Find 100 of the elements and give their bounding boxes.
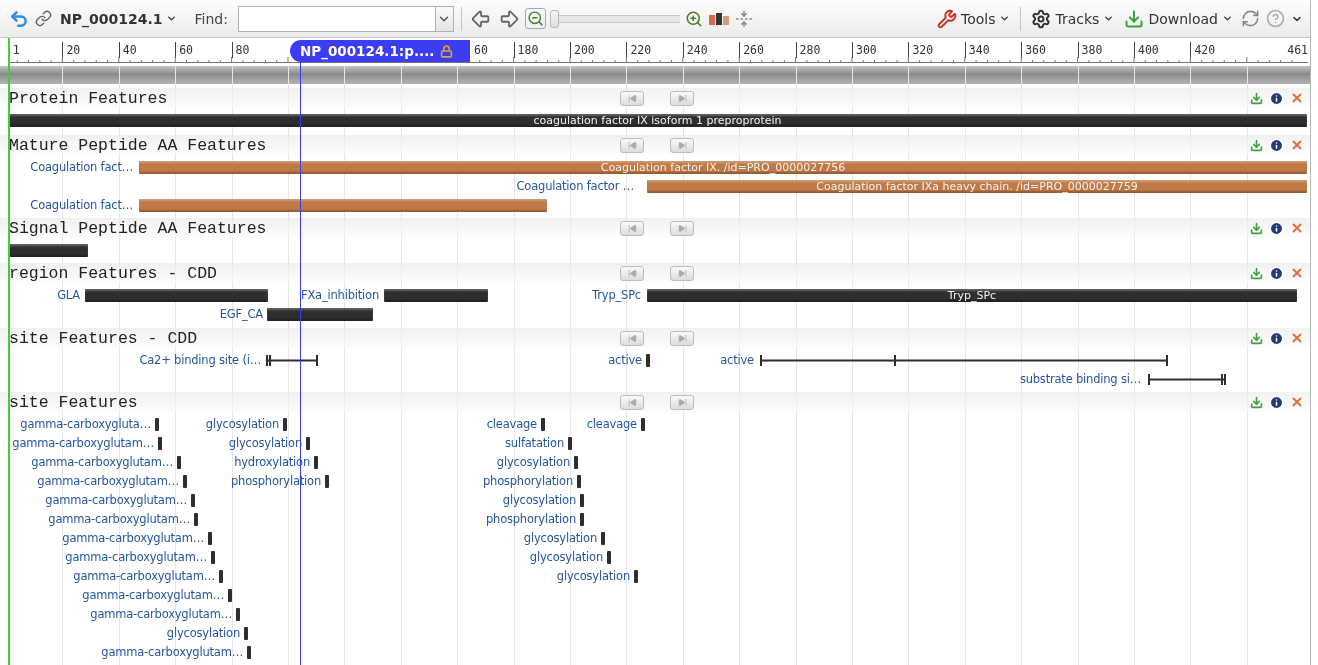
close-icon[interactable] bbox=[1290, 91, 1304, 105]
previous-button[interactable] bbox=[620, 220, 644, 236]
range-marker[interactable] bbox=[266, 354, 318, 367]
site-marker[interactable] bbox=[325, 475, 329, 488]
link-icon[interactable] bbox=[34, 9, 53, 28]
site-marker[interactable] bbox=[580, 513, 584, 526]
site-marker[interactable] bbox=[601, 532, 605, 545]
feature-label: gamma-carboxyglutam… bbox=[45, 494, 187, 507]
site-marker[interactable] bbox=[228, 589, 232, 602]
next-button[interactable] bbox=[670, 330, 694, 346]
download-icon[interactable] bbox=[1250, 331, 1263, 345]
toolbar-menu[interactable]: Tracks bbox=[1028, 6, 1118, 31]
ruler-label: 200 bbox=[570, 42, 595, 58]
previous-button[interactable] bbox=[620, 330, 644, 346]
site-marker[interactable] bbox=[577, 475, 581, 488]
site-marker[interactable] bbox=[568, 437, 572, 450]
site-marker[interactable] bbox=[634, 570, 638, 583]
site-marker[interactable] bbox=[183, 475, 187, 488]
info-icon[interactable] bbox=[1269, 220, 1284, 236]
caret-icon bbox=[999, 13, 1011, 24]
feature-label: gamma-carboxyglutam… bbox=[31, 456, 173, 469]
skip-back-icon bbox=[627, 333, 637, 343]
ruler-label: 300 bbox=[852, 42, 877, 58]
site-marker[interactable] bbox=[574, 456, 578, 469]
next-button[interactable] bbox=[670, 265, 694, 281]
feature-label: EGF_CA bbox=[219, 308, 263, 321]
site-marker[interactable] bbox=[194, 513, 198, 526]
refresh-icon[interactable] bbox=[1240, 8, 1261, 29]
ruler-label: 340 bbox=[964, 42, 990, 58]
site-marker[interactable] bbox=[283, 418, 287, 431]
find-dropdown-button[interactable] bbox=[435, 5, 454, 32]
site-marker[interactable] bbox=[580, 494, 584, 507]
ruler-label: 400 bbox=[1134, 42, 1159, 58]
ruler-label: 40 bbox=[118, 42, 137, 58]
download-icon[interactable] bbox=[1250, 266, 1263, 280]
site-marker[interactable] bbox=[191, 494, 195, 507]
previous-button[interactable] bbox=[620, 90, 644, 106]
site-marker[interactable] bbox=[607, 551, 611, 564]
feature-bar[interactable]: Tryp_SPc bbox=[647, 289, 1297, 302]
download-icon bbox=[1124, 8, 1145, 29]
feature-label: Coagulation fact… bbox=[30, 161, 133, 174]
selection-label[interactable]: NP_000124.1:p.... bbox=[290, 40, 470, 62]
download-icon[interactable] bbox=[1250, 221, 1263, 235]
info-icon[interactable] bbox=[1269, 394, 1284, 410]
site-marker[interactable] bbox=[244, 627, 248, 640]
close-icon[interactable] bbox=[1290, 266, 1304, 280]
site-marker[interactable] bbox=[155, 418, 159, 431]
ruler-label: 240 bbox=[682, 42, 708, 58]
previous-button[interactable] bbox=[620, 265, 644, 281]
site-marker[interactable] bbox=[177, 456, 181, 469]
info-icon[interactable] bbox=[1269, 90, 1284, 106]
site-marker[interactable] bbox=[211, 551, 215, 564]
previous-button[interactable] bbox=[620, 137, 644, 153]
find-field[interactable] bbox=[237, 5, 436, 32]
feature-bar[interactable]: coagulation factor IX isoform 1 preproprotein bbox=[8, 114, 1307, 127]
info-icon[interactable] bbox=[1269, 137, 1284, 153]
info-icon[interactable] bbox=[1269, 330, 1284, 346]
site-marker[interactable] bbox=[208, 532, 212, 545]
close-icon[interactable] bbox=[1290, 138, 1304, 152]
site-marker[interactable] bbox=[306, 437, 310, 450]
ruler-label: 80 bbox=[231, 42, 250, 58]
skip-forward-icon bbox=[677, 268, 687, 278]
skip-forward-icon bbox=[677, 333, 687, 343]
site-marker[interactable] bbox=[541, 418, 545, 431]
range-marker[interactable] bbox=[760, 354, 1168, 367]
download-icon[interactable] bbox=[1250, 395, 1263, 409]
close-icon[interactable] bbox=[1290, 395, 1304, 409]
site-marker[interactable] bbox=[646, 354, 650, 367]
feature-label: glycosylation bbox=[502, 494, 576, 507]
download-icon[interactable] bbox=[1250, 138, 1263, 152]
site-marker[interactable] bbox=[314, 456, 318, 469]
close-icon[interactable] bbox=[1290, 221, 1304, 235]
zoom-out-icon[interactable] bbox=[524, 8, 546, 29]
info-icon[interactable] bbox=[1269, 265, 1284, 281]
ruler-label: 60 bbox=[175, 42, 194, 58]
close-icon[interactable] bbox=[1290, 331, 1304, 345]
overview-bar[interactable] bbox=[0, 66, 1310, 84]
site-marker[interactable] bbox=[219, 570, 223, 583]
site-marker[interactable] bbox=[236, 608, 240, 621]
caret-icon bbox=[1103, 13, 1115, 24]
next-button[interactable] bbox=[670, 220, 694, 236]
next-button[interactable] bbox=[670, 394, 694, 410]
next-button[interactable] bbox=[670, 137, 694, 153]
site-marker[interactable] bbox=[247, 646, 251, 659]
range-marker[interactable] bbox=[1148, 373, 1226, 386]
site-marker[interactable] bbox=[158, 437, 162, 450]
feature-bar[interactable] bbox=[8, 244, 88, 257]
site-marker[interactable] bbox=[641, 418, 645, 431]
feature-label: glycosylation bbox=[523, 532, 597, 545]
next-button[interactable] bbox=[670, 90, 694, 106]
ruler-label: 220 bbox=[626, 42, 652, 58]
sequence-menu[interactable]: NP_000124.1 bbox=[57, 8, 181, 29]
toolbar-menu[interactable]: Tools bbox=[933, 6, 1014, 31]
slider-thumb[interactable] bbox=[549, 9, 559, 28]
feature-label: Ca2+ binding site (i… bbox=[139, 354, 261, 367]
toolbar-menu[interactable]: Download bbox=[1121, 6, 1236, 31]
feature-label: GLA bbox=[57, 289, 80, 302]
download-icon[interactable] bbox=[1250, 91, 1263, 105]
previous-button[interactable] bbox=[620, 394, 644, 410]
feature-label: gamma-carboxyglutam… bbox=[37, 475, 179, 488]
